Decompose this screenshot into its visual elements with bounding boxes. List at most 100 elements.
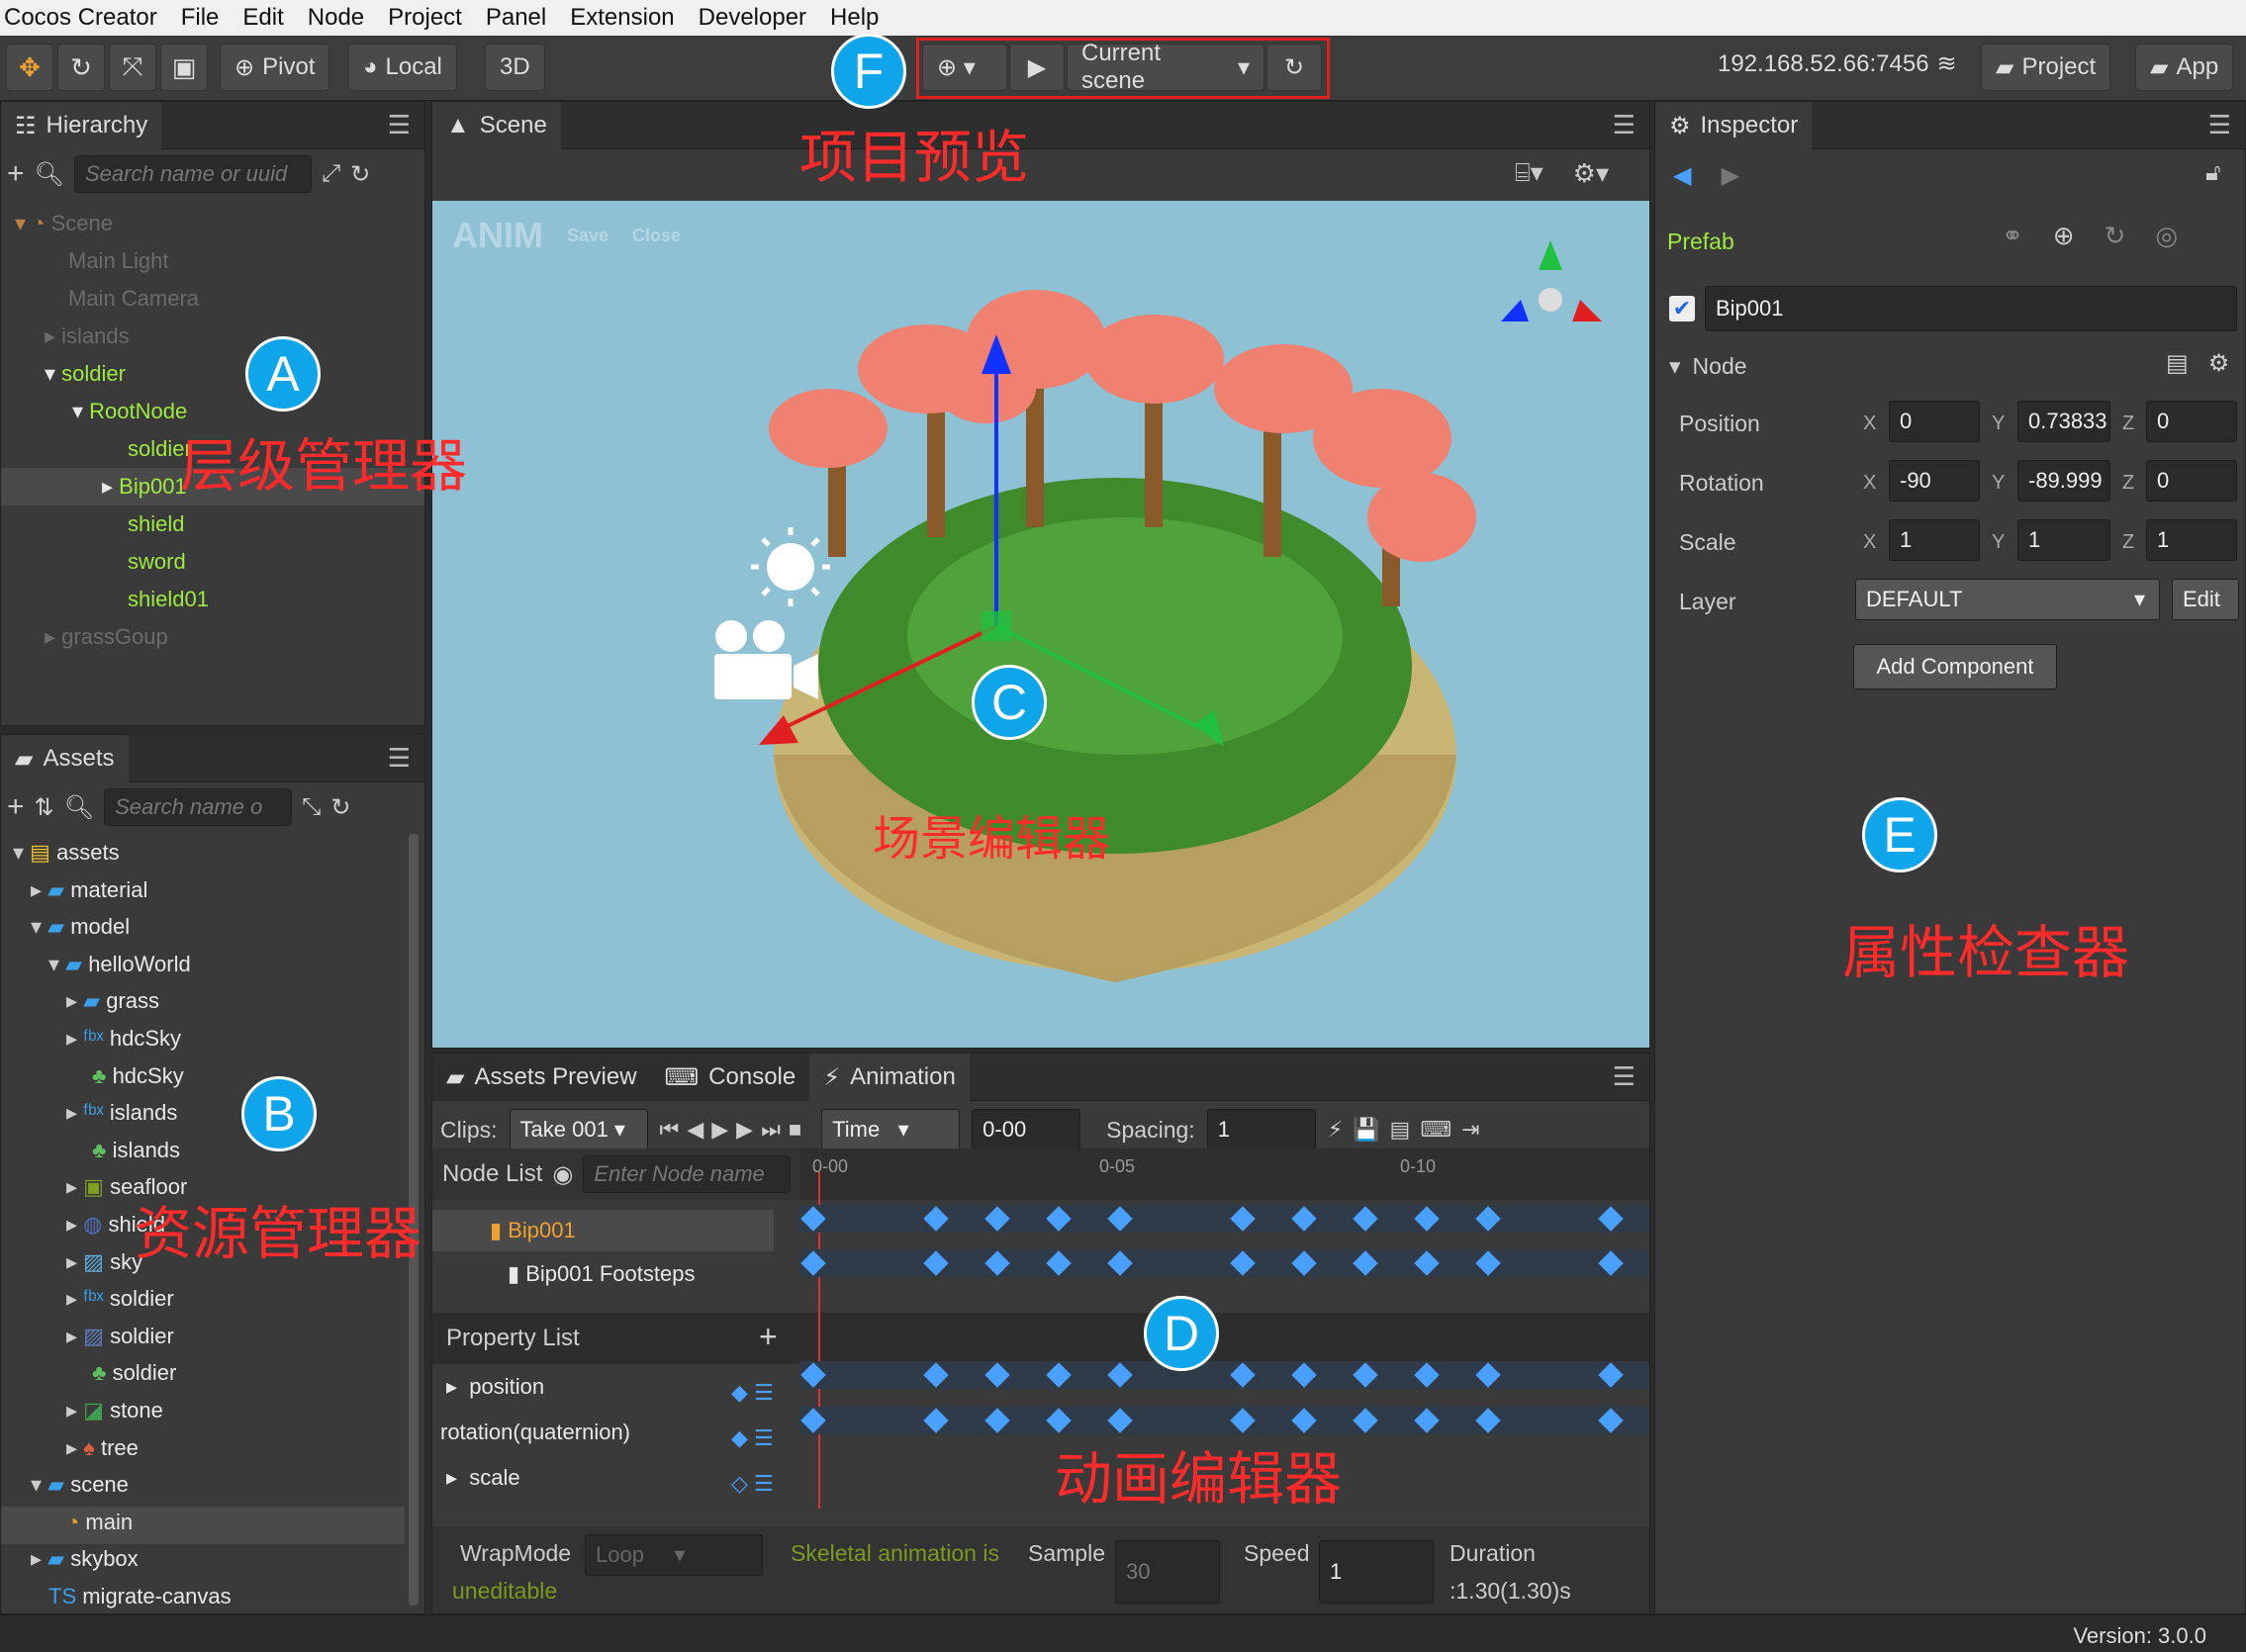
tab-scene[interactable]: ▲ Scene bbox=[432, 102, 561, 149]
tree-node[interactable]: sword bbox=[128, 549, 186, 585]
property-row[interactable]: ▸ scale bbox=[446, 1465, 520, 1501]
locate-icon[interactable]: ⊕ bbox=[2053, 221, 2075, 251]
assets-search-input[interactable]: Search name o bbox=[104, 788, 293, 826]
asset-item[interactable]: ♣ soldier bbox=[92, 1360, 176, 1396]
sort-icon[interactable]: ⇅ bbox=[35, 793, 54, 822]
node-section-header[interactable]: ▾ Node bbox=[1669, 353, 1747, 380]
tree-node[interactable]: shield01 bbox=[128, 587, 209, 622]
anim-node-row[interactable]: ▮ Bip001 bbox=[490, 1218, 576, 1253]
time-mode-select[interactable]: Time ▾ bbox=[821, 1109, 961, 1150]
tree-node-selected[interactable]: ▸ Bip001 bbox=[102, 474, 187, 509]
asset-item[interactable]: ▾ ▰ model bbox=[31, 914, 130, 950]
local-button[interactable]: ◕ Local bbox=[348, 44, 457, 91]
sample-input[interactable]: 30 bbox=[1115, 1540, 1220, 1604]
tree-node[interactable]: shield bbox=[128, 511, 184, 547]
speed-input[interactable]: 1 bbox=[1319, 1540, 1434, 1604]
tree-node[interactable]: ▾ soldier bbox=[45, 361, 126, 397]
asset-item[interactable]: ◔ main bbox=[66, 1510, 133, 1545]
gear-icon[interactable]: ⚙▾ bbox=[1573, 158, 1609, 189]
scale-y-input[interactable]: 1 bbox=[2017, 519, 2110, 561]
preview-target-select[interactable]: Current scene ▾ bbox=[1067, 40, 1264, 94]
asset-item[interactable]: ♣ hdcSky bbox=[92, 1063, 184, 1099]
camera-settings-icon[interactable]: ⌸▾ bbox=[1515, 157, 1544, 189]
move-tool-icon[interactable]: ✥ bbox=[6, 44, 53, 91]
tab-assets-preview[interactable]: ▰ Assets Preview bbox=[432, 1054, 651, 1101]
add-component-button[interactable]: Add Component bbox=[1853, 644, 2057, 689]
light-gizmo-icon[interactable] bbox=[767, 543, 814, 591]
menu-edit[interactable]: Edit bbox=[242, 4, 283, 32]
menu-icon[interactable]: ☰ bbox=[388, 110, 411, 140]
tree-node[interactable]: ▸ grassGoup bbox=[45, 624, 168, 660]
asset-item[interactable]: ▾ ▰ scene bbox=[31, 1472, 129, 1508]
property-row[interactable]: ▸ position bbox=[446, 1374, 544, 1410]
animation-tools-icon[interactable]: ⚡💾▤⌨⇥ bbox=[1328, 1117, 1490, 1143]
position-z-input[interactable]: 0 bbox=[2146, 401, 2237, 442]
asset-item[interactable]: ▸ ▰ grass bbox=[66, 988, 159, 1024]
unlink-icon[interactable]: ⚭ bbox=[2002, 221, 2023, 251]
tree-node[interactable]: Main Camera bbox=[68, 286, 199, 321]
refresh-button[interactable]: ↻ bbox=[1266, 44, 1322, 91]
asset-item[interactable]: ▸ ᶠᵇˣ hdcSky bbox=[66, 1026, 181, 1061]
add-property-icon[interactable]: + bbox=[759, 1319, 778, 1355]
menu-icon[interactable]: ☰ bbox=[388, 743, 411, 774]
scene-viewport[interactable]: ANIM Save Close bbox=[432, 201, 1649, 1048]
spacing-input[interactable]: 1 bbox=[1206, 1109, 1316, 1150]
layer-edit-button[interactable]: Edit bbox=[2172, 579, 2239, 620]
play-button[interactable]: ▶ bbox=[1009, 44, 1065, 91]
layer-select[interactable]: DEFAULT ▾ bbox=[1855, 579, 2160, 620]
tree-node[interactable]: ▾ RootNode bbox=[72, 399, 187, 434]
asset-item[interactable]: ▸ ▨ sky bbox=[66, 1249, 142, 1285]
node-active-checkbox[interactable]: ✔ bbox=[1669, 296, 1695, 321]
menu-node[interactable]: Node bbox=[308, 4, 364, 32]
property-row[interactable]: rotation(quaternion) bbox=[440, 1420, 630, 1455]
menu-project[interactable]: Project bbox=[388, 4, 462, 32]
refresh-icon[interactable]: ↻ bbox=[330, 793, 350, 822]
menu-extension[interactable]: Extension bbox=[570, 4, 674, 32]
current-time-input[interactable]: 0-00 bbox=[972, 1109, 1081, 1150]
menu-developer[interactable]: Developer bbox=[699, 4, 806, 32]
tab-inspector[interactable]: ⚙ Inspector bbox=[1655, 102, 1813, 149]
refresh-icon[interactable]: ↻ bbox=[350, 160, 370, 189]
lock-icon[interactable]: 🔓︎ bbox=[2205, 159, 2221, 187]
tab-hierarchy[interactable]: ☷ Hierarchy bbox=[1, 102, 162, 149]
asset-item[interactable]: ▸ ◪ stone bbox=[66, 1398, 163, 1433]
open-project-button[interactable]: ▰ Project bbox=[1981, 44, 2111, 91]
time-ruler[interactable]: 0-00 0-05 0-10 bbox=[800, 1148, 1649, 1200]
menu-icon[interactable]: ☰ bbox=[2208, 110, 2231, 140]
position-y-input[interactable]: 0.73833 bbox=[2017, 401, 2110, 442]
tab-assets[interactable]: ▰ Assets bbox=[1, 735, 129, 782]
preview-platform-button[interactable]: ⊕ ▾ bbox=[922, 44, 1007, 91]
tree-node[interactable]: ▸ islands bbox=[45, 323, 130, 359]
collapse-icon[interactable]: ⤡ bbox=[302, 793, 321, 821]
asset-item[interactable]: ▾ ▰ helloWorld bbox=[48, 952, 191, 987]
menu-icon[interactable]: ☰ bbox=[1613, 1061, 1636, 1092]
asset-item[interactable]: ♣ islands bbox=[92, 1138, 180, 1173]
rotation-y-input[interactable]: -89.999 bbox=[2017, 460, 2110, 502]
tree-node[interactable]: Main Light bbox=[68, 248, 169, 284]
wrapmode-select[interactable]: Loop ▾ bbox=[585, 1534, 763, 1576]
pivot-button[interactable]: ⊕ Pivot bbox=[220, 44, 330, 91]
add-icon[interactable]: + bbox=[7, 790, 25, 824]
forward-arrow-icon[interactable]: ▶ bbox=[1721, 161, 1738, 190]
gear-icon[interactable]: ⚙ bbox=[2208, 349, 2230, 378]
add-icon[interactable]: + bbox=[7, 157, 25, 191]
camera-gizmo-icon[interactable] bbox=[714, 620, 818, 699]
asset-item[interactable]: TS migrate-canvas bbox=[48, 1584, 232, 1613]
rotate-tool-icon[interactable]: ↻ bbox=[57, 44, 105, 91]
menu-file[interactable]: File bbox=[181, 4, 220, 32]
scale-tool-icon[interactable]: ⤧ bbox=[109, 44, 156, 91]
clip-select[interactable]: Take 001 ▾ bbox=[509, 1109, 648, 1150]
3d-toggle-button[interactable]: 3D bbox=[485, 44, 545, 91]
menu-icon[interactable]: ☰ bbox=[1613, 110, 1636, 140]
revert-icon[interactable]: ↻ bbox=[2105, 221, 2126, 251]
expand-icon[interactable]: ⤢ bbox=[322, 160, 340, 188]
node-filter-input[interactable]: Enter Node name bbox=[583, 1155, 792, 1193]
menu-panel[interactable]: Panel bbox=[486, 4, 546, 32]
open-app-button[interactable]: ▰ App bbox=[2135, 44, 2234, 91]
scale-x-input[interactable]: 1 bbox=[1889, 519, 1980, 561]
asset-item[interactable]: ▸ ♠ tree bbox=[66, 1435, 139, 1471]
asset-item[interactable]: ▸ ▰ skybox bbox=[31, 1546, 139, 1582]
asset-item[interactable]: ▸ ᶠᵇˣ soldier bbox=[66, 1286, 174, 1322]
asset-item[interactable]: ▸ ᶠᵇˣ islands bbox=[66, 1100, 177, 1136]
scale-z-input[interactable]: 1 bbox=[2146, 519, 2237, 561]
